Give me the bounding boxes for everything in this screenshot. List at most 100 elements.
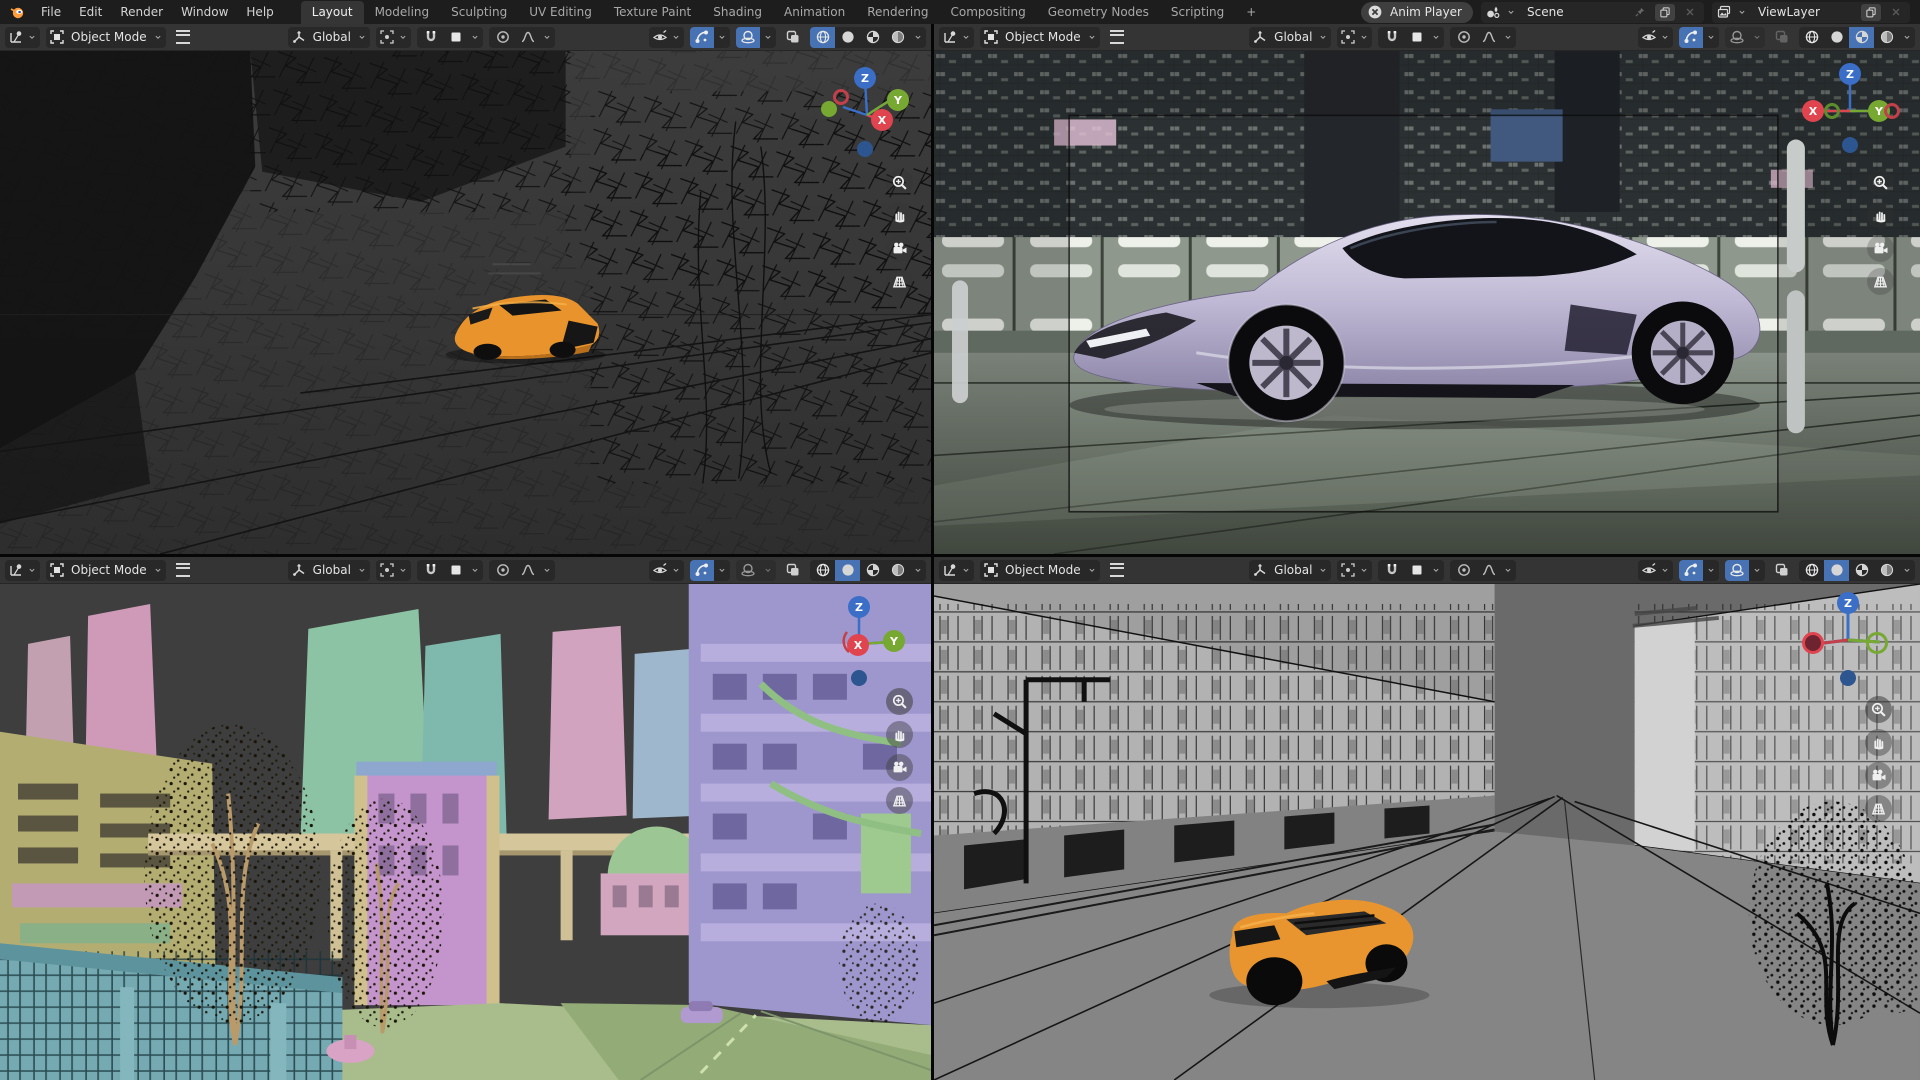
pin-icon[interactable] (1630, 4, 1650, 21)
pivot-point-select[interactable] (1337, 27, 1372, 48)
overlays-toggle[interactable] (1725, 27, 1749, 48)
gizmos-dropdown[interactable] (1703, 560, 1719, 581)
workspace-tab[interactable]: Animation (773, 1, 856, 24)
pivot-point-select[interactable] (1337, 560, 1372, 581)
overlays-dropdown[interactable] (1749, 27, 1765, 48)
delete-scene-icon[interactable] (1680, 4, 1700, 21)
shading-material-icon[interactable] (1849, 27, 1874, 48)
menu-item[interactable]: Window (172, 2, 237, 22)
falloff-curve-icon[interactable] (517, 27, 539, 48)
view-axis-gizmo[interactable]: Z X Y (819, 594, 915, 690)
workspace-tab[interactable]: Modeling (364, 1, 441, 24)
overlays-toggle[interactable] (1725, 560, 1749, 581)
new-viewlayer-icon[interactable] (1861, 4, 1881, 21)
shading-solid-icon[interactable] (1824, 560, 1849, 581)
scene-icon[interactable] (1485, 4, 1501, 20)
chevron-down-icon[interactable] (1506, 7, 1516, 17)
editor-type-button[interactable] (939, 27, 974, 48)
viewlayer-name[interactable]: ViewLayer (1752, 5, 1856, 19)
perspective-grid-icon[interactable] (1865, 795, 1892, 822)
menu-item[interactable]: File (32, 2, 70, 22)
shading-wireframe-icon[interactable] (1799, 560, 1824, 581)
shading-solid-icon[interactable] (1824, 27, 1849, 48)
axis-x[interactable]: X (871, 109, 893, 131)
axis-z[interactable]: Z (1839, 63, 1861, 85)
xray-toggle[interactable] (1771, 560, 1793, 581)
snap-magnet-icon[interactable] (1381, 27, 1403, 48)
gizmos-toggle[interactable] (1679, 27, 1703, 48)
axis-x-negative[interactable] (833, 89, 849, 105)
blender-logo-icon[interactable] (6, 3, 28, 21)
perspective-grid-icon[interactable] (1867, 268, 1894, 295)
pan-hand-icon[interactable] (886, 202, 913, 229)
proportional-edit-icon[interactable] (492, 560, 514, 581)
3d-canvas-top-left[interactable]: Z X Y (0, 51, 931, 554)
zoom-icon[interactable] (886, 688, 913, 715)
camera-view-icon[interactable] (886, 235, 913, 262)
proportional-edit-icon[interactable] (1453, 560, 1475, 581)
menu-item[interactable]: Edit (70, 2, 111, 22)
shading-wireframe-icon[interactable] (810, 27, 835, 48)
scene-solid-color-city[interactable] (0, 584, 931, 1080)
gizmos-toggle[interactable] (690, 27, 714, 48)
xray-toggle[interactable] (782, 560, 804, 581)
workspace-tab[interactable]: Rendering (856, 1, 939, 24)
menu-item[interactable]: Help (237, 2, 282, 22)
shading-dropdown[interactable] (1899, 27, 1915, 48)
pivot-point-select[interactable] (376, 27, 411, 48)
axis-x[interactable] (1802, 632, 1824, 654)
axis-x[interactable]: X (847, 634, 869, 656)
zoom-icon[interactable] (886, 169, 913, 196)
falloff-curve-icon[interactable] (1478, 560, 1500, 581)
anim-player-button[interactable]: Anim Player (1361, 2, 1473, 23)
axis-z[interactable]: Z (1837, 592, 1859, 614)
shading-rendered-icon[interactable] (1874, 27, 1899, 48)
falloff-curve-icon[interactable] (1478, 27, 1500, 48)
shading-solid-icon[interactable] (835, 560, 860, 581)
shading-dropdown[interactable] (910, 560, 926, 581)
gizmos-toggle[interactable] (1679, 560, 1703, 581)
axis-z-negative[interactable] (1840, 670, 1856, 686)
mode-select[interactable]: Object Mode (980, 27, 1100, 48)
axis-y-negative[interactable] (821, 101, 837, 117)
mode-select[interactable]: Object Mode (46, 27, 166, 48)
shading-solid-icon[interactable] (835, 27, 860, 48)
shading-rendered-icon[interactable] (1874, 560, 1899, 581)
scene-name[interactable]: Scene (1521, 5, 1625, 19)
object-visibility-select[interactable] (649, 27, 684, 48)
pan-hand-icon[interactable] (1867, 202, 1894, 229)
editor-type-button[interactable] (939, 560, 974, 581)
chevron-down-icon[interactable] (1737, 7, 1747, 17)
camera-view-icon[interactable] (886, 754, 913, 781)
3d-canvas-bottom-right[interactable]: Z (934, 584, 1920, 1080)
perspective-grid-icon[interactable] (886, 787, 913, 814)
gizmos-dropdown[interactable] (1703, 27, 1719, 48)
workspace-tab[interactable]: Compositing (939, 1, 1036, 24)
workspace-tab[interactable]: Sculpting (440, 1, 518, 24)
workspace-tab[interactable]: Scripting (1160, 1, 1235, 24)
3d-canvas-bottom-left[interactable]: Z X Y (0, 584, 931, 1080)
transform-orientation-select[interactable]: Global (1249, 27, 1331, 48)
3d-canvas-top-right[interactable]: Z X Y (934, 51, 1920, 554)
new-scene-icon[interactable] (1655, 4, 1675, 21)
gizmos-dropdown[interactable] (714, 560, 730, 581)
snap-target-icon[interactable] (1406, 560, 1428, 581)
axis-y[interactable]: Y (887, 89, 909, 111)
camera-view-icon[interactable] (1867, 235, 1894, 262)
overlays-dropdown[interactable] (1749, 560, 1765, 581)
pan-hand-icon[interactable] (886, 721, 913, 748)
snap-magnet-icon[interactable] (420, 560, 442, 581)
menu-item[interactable]: Render (111, 2, 172, 22)
zoom-icon[interactable] (1865, 696, 1892, 723)
workspace-tab[interactable]: Texture Paint (603, 1, 702, 24)
shading-rendered-icon[interactable] (885, 560, 910, 581)
stop-player-icon[interactable] (1367, 4, 1383, 20)
view-axis-gizmo[interactable]: Z X Y (821, 63, 917, 159)
shading-material-icon[interactable] (860, 27, 885, 48)
shading-wireframe-icon[interactable] (810, 560, 835, 581)
overlays-toggle[interactable] (736, 560, 760, 581)
axis-y-negative[interactable] (1824, 103, 1840, 119)
xray-toggle[interactable] (782, 27, 804, 48)
editor-type-button[interactable] (5, 560, 40, 581)
overlays-toggle[interactable] (736, 27, 760, 48)
